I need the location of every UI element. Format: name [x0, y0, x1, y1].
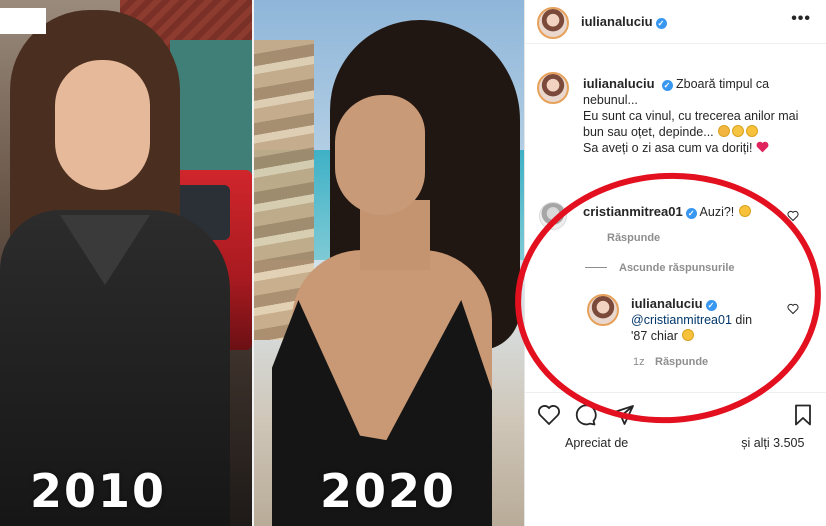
comment-reply-button[interactable]: Răspunde — [607, 232, 660, 244]
face-2010 — [55, 60, 150, 190]
reply-line2: '87 chiar — [631, 328, 791, 344]
reply-reply-button[interactable]: Răspunde — [655, 356, 708, 368]
verified-badge-icon: ✓ — [705, 300, 717, 311]
white-patch — [0, 8, 46, 34]
bookmark-icon[interactable] — [791, 403, 815, 427]
comment-text: Auzi?! — [699, 205, 735, 219]
commenter-avatar[interactable] — [539, 202, 567, 230]
caption-avatar[interactable] — [537, 72, 569, 104]
reply-timestamp: 1z — [633, 356, 645, 368]
year-label-right: 2020 — [320, 464, 457, 518]
verified-badge-icon: ✓ — [685, 208, 697, 219]
action-bar — [525, 392, 826, 432]
comment-username[interactable]: cristianmitrea01 — [583, 204, 683, 219]
reply: iulianaluciu ✓ @cristianmitrea01 din '87 … — [631, 296, 791, 344]
header-username-text[interactable]: iulianaluciu — [581, 14, 653, 29]
reply-username[interactable]: iulianaluciu — [631, 296, 703, 311]
comment: cristianmitrea01 ✓ Auzi?! — [583, 204, 793, 220]
hide-replies-toggle[interactable]: Ascunde răspunsurile — [585, 262, 735, 274]
post-sidebar: iulianaluciu ✓ ••• iulianaluciu ✓ Zboară t… — [524, 0, 826, 526]
post-header: iulianaluciu ✓ ••• — [525, 0, 826, 44]
reply-mention-link[interactable]: @cristianmitrea01 — [631, 313, 732, 327]
reply-line1: @cristianmitrea01 din — [631, 312, 791, 328]
reply-text-2: '87 chiar — [631, 329, 678, 343]
grinning-squint-icon — [746, 125, 759, 137]
post-caption: iulianaluciu ✓ Zboară timpul ca nebunul..… — [583, 76, 819, 156]
avatar[interactable] — [537, 7, 569, 39]
header-username[interactable]: iulianaluciu ✓ — [581, 14, 667, 29]
year-label-left: 2010 — [30, 464, 167, 518]
post-photo[interactable]: 2010 2020 — [0, 0, 524, 526]
red-heart-icon — [756, 141, 769, 153]
more-options-icon[interactable]: ••• — [791, 10, 811, 28]
heart-outline-icon[interactable] — [537, 403, 561, 427]
share-icon[interactable] — [611, 403, 635, 427]
reply-like-heart-icon[interactable] — [787, 303, 799, 315]
verified-badge-icon: ✓ — [661, 80, 673, 91]
reply-avatar[interactable] — [587, 294, 619, 326]
replies-dash — [585, 267, 607, 268]
face-2020 — [335, 95, 425, 215]
likes-summary: Apreciat de și alți 3.505 — [565, 436, 804, 450]
thinking-face-icon — [718, 125, 731, 137]
grinning-sweat-icon — [732, 125, 745, 137]
comment-icon[interactable] — [573, 403, 597, 427]
likes-suffix[interactable]: și alți 3.505 — [741, 436, 804, 450]
likes-prefix: Apreciat de — [565, 436, 629, 450]
reply-text-1: din — [735, 313, 753, 327]
verified-badge-icon: ✓ — [655, 18, 667, 29]
comment-like-heart-icon[interactable] — [787, 210, 799, 222]
caption-line3: Sa aveți o zi asa cum va doriți! — [583, 141, 753, 155]
grinning-squint-icon — [682, 329, 695, 341]
caption-line2-wrap: Eu sunt ca vinul, cu trecerea anilor mai… — [583, 108, 819, 140]
smirk-face-icon — [738, 205, 751, 217]
photo-divider — [252, 0, 254, 526]
caption-line2: Eu sunt ca vinul, cu trecerea anilor mai… — [583, 109, 799, 139]
hide-replies-label: Ascunde răspunsurile — [619, 262, 735, 274]
caption-line3-wrap: Sa aveți o zi asa cum va doriți! — [583, 140, 819, 156]
caption-username[interactable]: iulianaluciu — [583, 76, 655, 91]
